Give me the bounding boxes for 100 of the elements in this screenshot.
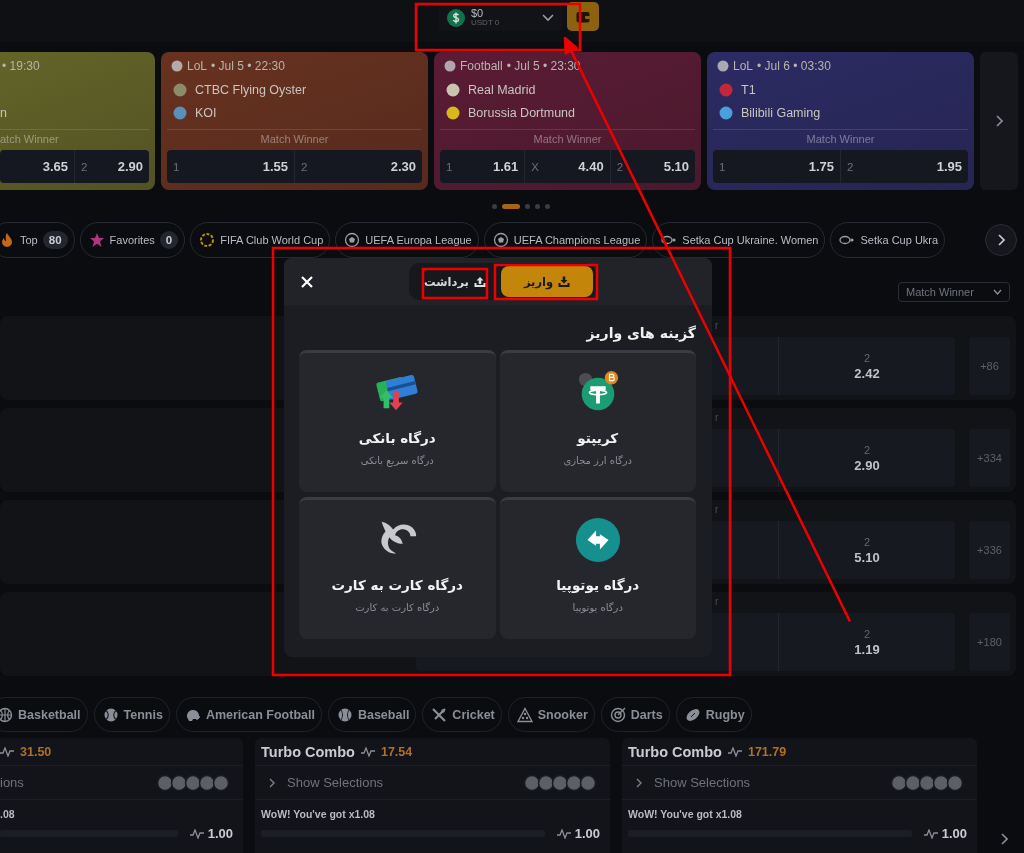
chip-label: Favorites (109, 234, 155, 246)
match-card[interactable]: LoL • Jul 6 • 03:30 T1 Bilibili Gaming Match Winner 1 1.75 2 1.95 (707, 52, 974, 190)
odds-button[interactable]: 1 1.61 (440, 150, 525, 183)
option-subtitle: درگاه کارت به کارت (355, 602, 440, 613)
basketball-icon (0, 706, 13, 723)
league-name: Football (460, 59, 503, 73)
chip-label: Cricket (452, 707, 495, 722)
odds-button[interactable]: 2 2.90 (779, 429, 955, 487)
odds-button[interactable]: 1 1.75 (713, 150, 840, 183)
total-odds: 1.00 (574, 826, 600, 841)
odds-button[interactable]: 2 1.95 (840, 150, 968, 183)
match-time: • Jul 5 • 22:30 (211, 59, 285, 73)
league-icon (717, 60, 729, 72)
total-odds: 1.00 (207, 826, 233, 841)
chip-label: Tennis (123, 707, 163, 722)
option-title: درگاه کارت به کارت (331, 577, 463, 593)
market-dropdown[interactable]: Match Winner (898, 282, 1010, 302)
team-name: KOI (195, 105, 217, 120)
match-card[interactable]: LoL • Jul 5 • 22:30 CTBC Flying Oyster KOI Match Winner 1 1.55 2 2.30 (161, 52, 428, 190)
soccer-ball-icon (344, 232, 361, 248)
odds-button[interactable]: 3.65 (0, 150, 74, 183)
dollar-coin-icon (447, 8, 465, 27)
odds-button[interactable]: 2 2.90 (74, 150, 149, 183)
chip-label: UEFA Champions League (513, 234, 641, 246)
payment-option-card[interactable]: کریپتو درگاه ارز مجازی (499, 350, 696, 492)
balance-amount: $0 (471, 7, 484, 18)
option-title: کریپتو (577, 430, 619, 446)
odds-button[interactable]: 1 1.55 (167, 150, 294, 183)
payment-option-card[interactable]: درگاه کارت به کارت درگاه کارت به کارت (299, 497, 496, 639)
odds-button[interactable]: 2 5.10 (779, 521, 955, 579)
close-icon[interactable] (301, 275, 313, 288)
team-name: Bilibili Gaming (741, 105, 821, 120)
chip-label: Top (20, 234, 38, 246)
chip-label: FIFA Club World Cup (220, 234, 324, 246)
league-icon (171, 60, 183, 72)
show-selections-link[interactable]: Show Selections (654, 775, 877, 790)
chip-label: Basketball (18, 707, 81, 722)
chevron-right-icon (269, 777, 275, 788)
flame-icon (0, 232, 15, 248)
team-name: CTBC Flying Oyster (195, 82, 307, 97)
chip-label: Setka Cup Ukra (860, 234, 939, 246)
league-name: LoL (187, 59, 208, 73)
payment-option-card[interactable]: درگاه یوتوپیا درگاه یوتوپیا (499, 497, 696, 639)
rugby-ball-icon (684, 706, 701, 723)
combo-odds: 17.54 (380, 744, 413, 759)
chevron-right-icon (997, 234, 1005, 246)
market-label: atch Winner (0, 129, 149, 146)
pulse-icon (556, 828, 571, 839)
section-title: گزینه های واریز (585, 324, 696, 342)
odds-button[interactable]: 2 2.42 (779, 337, 955, 395)
team-name: T1 (741, 82, 756, 97)
bonus-text: .08 (0, 808, 16, 822)
market-label: Match Winner (713, 129, 968, 146)
option-title: درگاه بانکی (358, 430, 436, 446)
triangle-icon (516, 706, 533, 723)
wallet-button[interactable] (567, 2, 599, 31)
match-time: • 19:30 (2, 59, 40, 73)
odds-button[interactable]: 2 2.30 (294, 150, 422, 183)
star-icon (88, 232, 105, 248)
chip-label: Baseball (357, 707, 410, 722)
chevron-right-icon (995, 115, 1003, 127)
show-selections-link[interactable]: Show Selections (287, 775, 510, 790)
baseball-icon (336, 706, 353, 723)
count-badge: 0 (159, 231, 179, 249)
show-selections-link[interactable]: ions (0, 775, 143, 790)
option-title: درگاه یوتوپیا (556, 577, 640, 593)
chevron-down-icon (542, 13, 554, 22)
payment-option-card[interactable]: درگاه بانکی درگاه سریع بانکی (299, 350, 496, 492)
chip-label: Rugby (705, 707, 745, 722)
dartboard-icon (609, 706, 626, 723)
pager-dot[interactable] (535, 203, 540, 209)
upload-icon (473, 275, 486, 288)
ring-icon (199, 232, 216, 248)
next-button[interactable] (985, 224, 1017, 256)
market-label: Match Winner (167, 129, 422, 146)
tennis-ball-icon (102, 706, 119, 723)
option-subtitle: درگاه سریع بانکی (360, 455, 434, 466)
pulse-icon (0, 746, 14, 757)
team-name: Borussia Dortmund (468, 105, 575, 120)
tab[interactable]: برداشت (412, 266, 498, 297)
combo-odds: 31.50 (20, 744, 52, 759)
chevron-right-icon (636, 777, 642, 788)
odds-button[interactable]: X 4.40 (524, 150, 610, 183)
match-time: • Jul 6 • 03:30 (757, 59, 831, 73)
download-icon (558, 275, 571, 288)
pulse-icon (189, 828, 204, 839)
tab[interactable]: واریز (501, 266, 593, 297)
combo-odds: 171.79 (747, 744, 787, 759)
pager-dot[interactable] (545, 203, 550, 209)
team-name: Real Madrid (468, 82, 536, 97)
pager-dot[interactable] (492, 203, 497, 209)
cricket-bat-icon (431, 706, 448, 723)
combo-title: Turbo Combo (628, 743, 722, 760)
match-card[interactable]: • 19:30 n atch Winner 3.65 2 2.90 (0, 52, 155, 190)
pager-dot[interactable] (525, 203, 530, 209)
league-name: LoL (733, 59, 754, 73)
odds-button[interactable]: 2 1.19 (779, 613, 955, 671)
chevron-right-icon[interactable] (1000, 833, 1008, 845)
combo-title: Turbo Combo (261, 743, 355, 760)
chip-label: Setka Cup Ukraine. Women (682, 234, 819, 246)
